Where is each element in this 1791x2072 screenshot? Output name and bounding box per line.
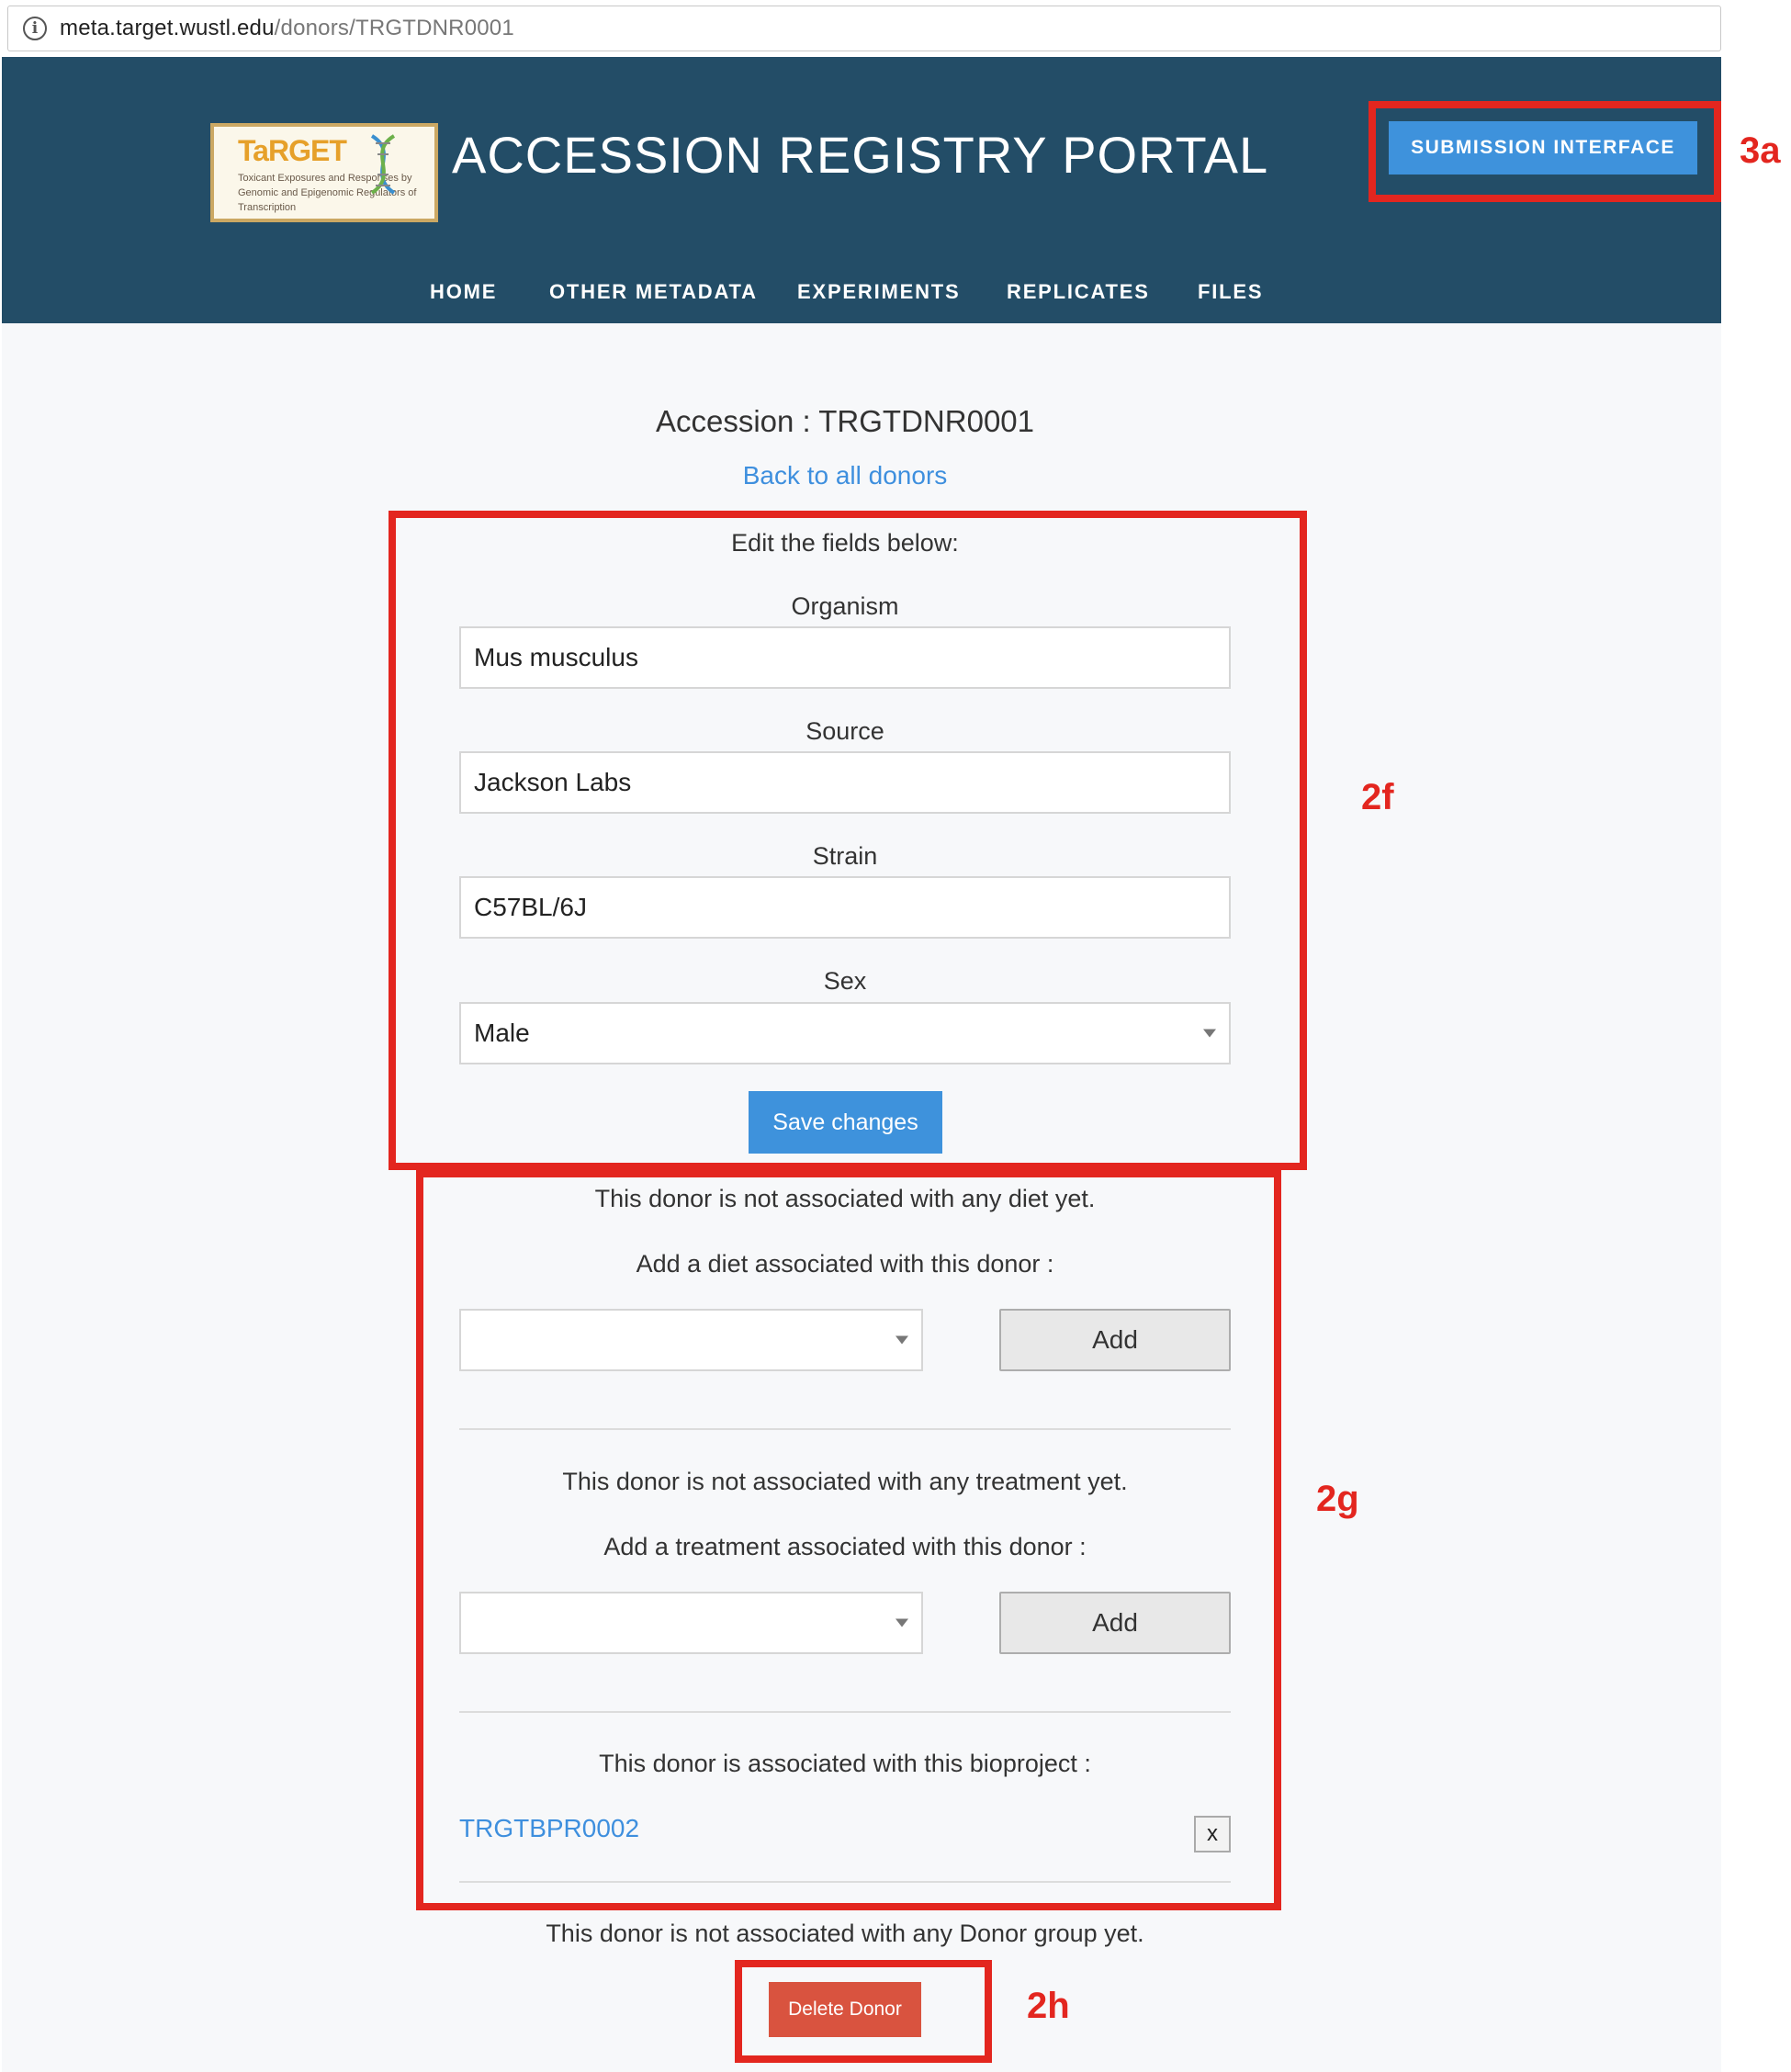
- annotation-label-2g: 2g: [1316, 1479, 1359, 1519]
- donor-group-status-text: This donor is not associated with any Do…: [546, 1920, 1144, 1947]
- annotation-label-2f: 2f: [1361, 777, 1394, 817]
- annotation-box-2g: [416, 1170, 1281, 1910]
- logo-wordmark: TaRGET: [238, 134, 347, 167]
- nav-files[interactable]: FILES: [1198, 280, 1263, 304]
- target-logo[interactable]: TaRGET Toxicant Exposures and Responses …: [210, 123, 438, 222]
- nav-experiments[interactable]: EXPERIMENTS: [797, 280, 961, 304]
- nav-home[interactable]: HOME: [430, 280, 497, 304]
- annotation-label-2h: 2h: [1027, 1986, 1070, 2026]
- info-icon[interactable]: i: [23, 17, 47, 40]
- url-host: meta.target.wustl.edu: [60, 16, 275, 40]
- dna-helix-icon: [370, 134, 396, 195]
- annotation-box-2h: [735, 1960, 992, 2063]
- url-text: meta.target.wustl.edu/donors/TRGTDNR0001: [60, 16, 514, 41]
- nav-replicates[interactable]: REPLICATES: [1007, 280, 1150, 304]
- site-title: ACCESSION REGISTRY PORTAL: [452, 126, 1269, 184]
- nav-other-metadata[interactable]: OTHER METADATA: [549, 280, 758, 304]
- address-bar[interactable]: i meta.target.wustl.edu/donors/TRGTDNR00…: [7, 6, 1721, 51]
- back-to-donors-link[interactable]: Back to all donors: [569, 461, 1121, 490]
- annotation-box-2f: [389, 511, 1307, 1170]
- main-nav: HOME OTHER METADATA EXPERIMENTS REPLICAT…: [2, 280, 1721, 317]
- annotation-label-3a: 3a: [1740, 130, 1781, 171]
- url-path: /donors/TRGTDNR0001: [274, 16, 514, 40]
- annotation-box-3a: [1369, 101, 1721, 202]
- page-title: Accession : TRGTDNR0001: [655, 404, 1035, 438]
